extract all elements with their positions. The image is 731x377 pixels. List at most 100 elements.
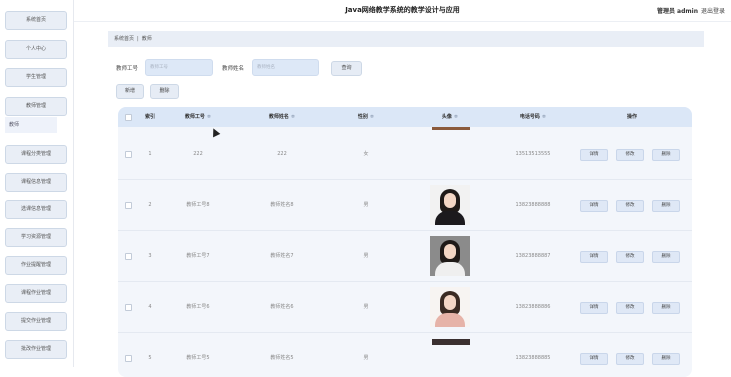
detail-button[interactable]: 详情 xyxy=(580,353,608,365)
sidebar-item-students[interactable]: 学生管理 xyxy=(5,68,67,87)
header-teacher-no-label: 教师工号 xyxy=(184,114,205,120)
sidebar-item-course-category[interactable]: 课程分类管理 xyxy=(5,145,67,164)
table-row: 3 教师工号7 教师姓名7 男 13823888887 详情 修改 删除 xyxy=(118,231,692,282)
user-name: 管理员 admin xyxy=(656,8,698,15)
header-avatar[interactable]: 头像 ≑ xyxy=(410,107,490,127)
detail-button[interactable]: 详情 xyxy=(580,251,608,263)
edit-button[interactable]: 修改 xyxy=(616,302,644,314)
table-row: 5 教师工号5 教师姓名5 男 13823888885 详情 修改 删除 xyxy=(118,333,692,377)
user-info: 管理员 admin 退出登录 xyxy=(657,6,725,15)
edit-button[interactable]: 修改 xyxy=(616,200,644,212)
sort-icon: ≑ xyxy=(453,114,459,120)
row-delete-button[interactable]: 删除 xyxy=(652,353,680,365)
header-phone[interactable]: 电话号码 ≑ xyxy=(498,107,568,127)
cell-teacher-name: 教师姓名8 xyxy=(270,202,294,208)
cell-index: 5 xyxy=(148,355,152,361)
detail-button[interactable]: 详情 xyxy=(580,149,608,161)
breadcrumb-home[interactable]: 系统首页 xyxy=(114,36,134,42)
header-phone-label: 电话号码 xyxy=(519,114,540,120)
sort-icon: ≑ xyxy=(369,114,375,120)
header-gender-label: 性别 xyxy=(357,114,368,120)
cell-gender: 男 xyxy=(363,304,369,310)
row-delete-button[interactable]: 删除 xyxy=(652,302,680,314)
avatar-partial-image xyxy=(432,339,470,345)
cell-phone: 13513513555 xyxy=(515,151,551,157)
table-header: 索引 教师工号 ≑ 教师姓名 ≑ 性别 ≑ 头像 ≑ 电话号码 ≑ 操作 xyxy=(118,107,692,127)
add-button[interactable]: 新增 xyxy=(116,84,144,99)
sidebar: 系统首页 个人中心 学生管理 教师管理 教师 课程分类管理 课程信息管理 选课信… xyxy=(0,0,74,367)
select-all-checkbox[interactable] xyxy=(125,114,132,121)
cell-index: 1 xyxy=(148,151,152,157)
avatar xyxy=(430,236,470,276)
cell-gender: 男 xyxy=(363,202,369,208)
header-gender[interactable]: 性别 ≑ xyxy=(334,107,398,127)
row-delete-button[interactable]: 删除 xyxy=(652,149,680,161)
logout-link[interactable]: 退出登录 xyxy=(701,8,725,15)
sidebar-item-resources[interactable]: 学习资源管理 xyxy=(5,228,67,247)
teacher-name-input[interactable]: 教师姓名 xyxy=(252,59,319,76)
table-row: 4 教师工号6 教师姓名6 男 13823888886 详情 修改 删除 xyxy=(118,282,692,333)
sort-icon: ≑ xyxy=(206,114,212,120)
table-row: 2 教师工号8 教师姓名8 男 13823888888 详情 修改 删除 xyxy=(118,180,692,231)
breadcrumb-separator: | xyxy=(137,36,139,42)
cell-phone: 13823888886 xyxy=(515,304,551,310)
row-checkbox[interactable] xyxy=(125,304,132,311)
header-teacher-name-label: 教师姓名 xyxy=(268,114,289,120)
sidebar-item-grade-homework[interactable]: 批改作业管理 xyxy=(5,340,67,359)
row-checkbox[interactable] xyxy=(125,202,132,209)
teacher-no-label: 教师工号 xyxy=(116,66,139,72)
sort-icon: ≑ xyxy=(541,114,547,120)
row-checkbox[interactable] xyxy=(125,151,132,158)
sidebar-item-homework-reminder[interactable]: 作业提醒管理 xyxy=(5,256,67,275)
avatar xyxy=(430,287,470,327)
cell-teacher-no: 教师工号7 xyxy=(186,253,210,259)
query-button[interactable]: 查询 xyxy=(331,61,362,76)
sidebar-item-course-homework[interactable]: 课程作业管理 xyxy=(5,284,67,303)
header-teacher-no[interactable]: 教师工号 ≑ xyxy=(166,107,230,127)
cell-teacher-no: 教师工号6 xyxy=(186,304,210,310)
cell-index: 4 xyxy=(148,304,152,310)
app-title: Java网络教学系统的教学设计与应用 xyxy=(345,6,460,14)
cell-teacher-name: 教师姓名7 xyxy=(270,253,294,259)
header-teacher-name[interactable]: 教师姓名 ≑ xyxy=(250,107,314,127)
detail-button[interactable]: 详情 xyxy=(580,200,608,212)
detail-button[interactable]: 详情 xyxy=(580,302,608,314)
cell-phone: 13823888885 xyxy=(515,355,551,361)
cell-teacher-name: 教师姓名5 xyxy=(270,355,294,361)
row-delete-button[interactable]: 删除 xyxy=(652,200,680,212)
sidebar-item-course-info[interactable]: 课程信息管理 xyxy=(5,173,67,192)
edit-button[interactable]: 修改 xyxy=(616,149,644,161)
cell-teacher-no: 222 xyxy=(193,151,203,157)
cell-gender: 女 xyxy=(363,151,369,157)
row-checkbox[interactable] xyxy=(125,355,132,362)
sidebar-item-home[interactable]: 系统首页 xyxy=(5,11,67,30)
cell-index: 3 xyxy=(148,253,152,259)
cell-teacher-no: 教师工号5 xyxy=(186,355,210,361)
edit-button[interactable]: 修改 xyxy=(616,251,644,263)
teacher-table: 索引 教师工号 ≑ 教师姓名 ≑ 性别 ≑ 头像 ≑ 电话号码 ≑ 操作 1 222 22… xyxy=(118,107,692,377)
delete-button[interactable]: 删除 xyxy=(150,84,179,99)
cell-teacher-name: 教师姓名6 xyxy=(270,304,294,310)
header-index: 索引 xyxy=(144,114,155,120)
avatar-partial-image xyxy=(432,127,470,130)
table-row: 1 222 222 女 13513513555 详情 修改 删除 xyxy=(118,129,692,180)
cell-teacher-no: 教师工号8 xyxy=(186,202,210,208)
sidebar-item-course-selection[interactable]: 选课信息管理 xyxy=(5,200,67,219)
teacher-name-label: 教师姓名 xyxy=(222,66,245,72)
sidebar-subitem-teacher[interactable]: 教师 xyxy=(5,117,57,133)
edit-button[interactable]: 修改 xyxy=(616,353,644,365)
cell-phone: 13823888887 xyxy=(515,253,551,259)
sidebar-item-submit-homework[interactable]: 提交作业管理 xyxy=(5,312,67,331)
avatar xyxy=(430,185,470,225)
row-checkbox[interactable] xyxy=(125,253,132,260)
top-bar: Java网络教学系统的教学设计与应用 管理员 admin 退出登录 xyxy=(74,0,731,22)
cell-gender: 男 xyxy=(363,355,369,361)
sidebar-item-profile[interactable]: 个人中心 xyxy=(5,40,67,59)
breadcrumb-current: 教师 xyxy=(141,36,152,42)
sort-icon: ≑ xyxy=(290,114,296,120)
sidebar-item-teachers[interactable]: 教师管理 xyxy=(5,97,67,116)
header-actions: 操作 xyxy=(626,114,637,120)
teacher-no-input[interactable]: 教师工号 xyxy=(145,59,213,76)
cell-phone: 13823888888 xyxy=(515,202,551,208)
row-delete-button[interactable]: 删除 xyxy=(652,251,680,263)
